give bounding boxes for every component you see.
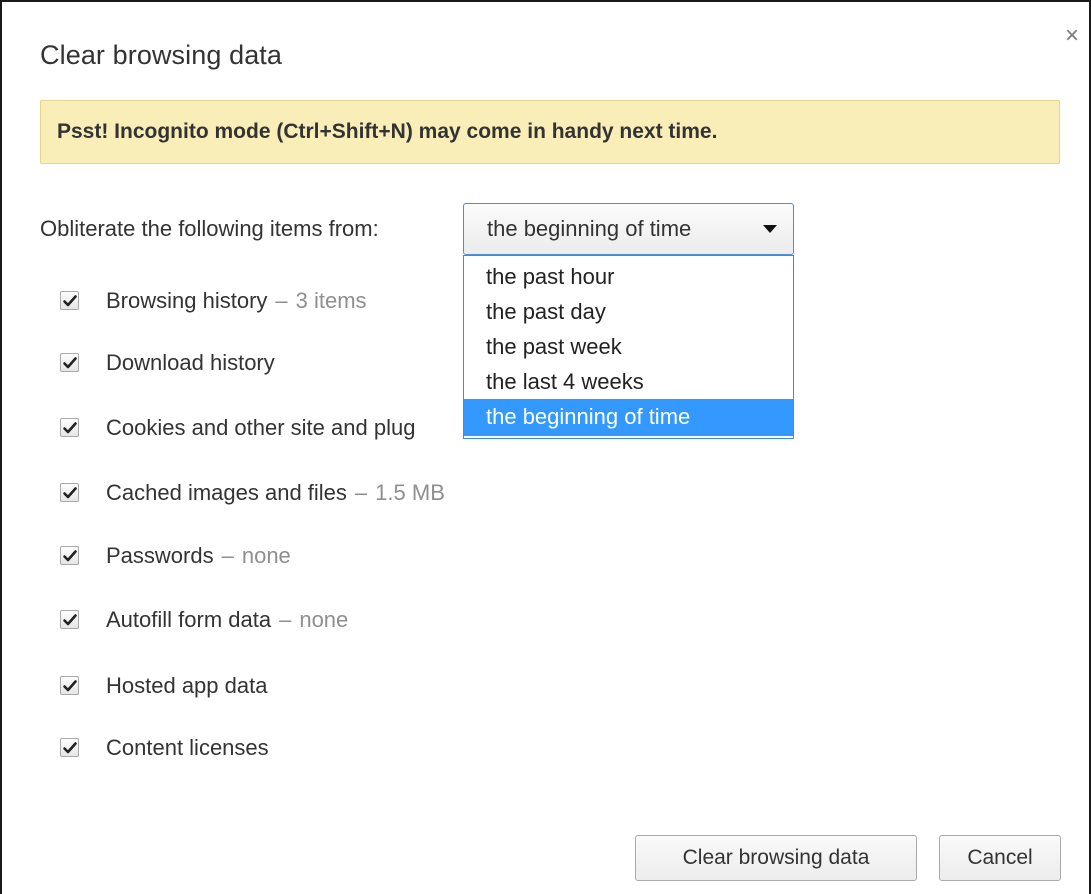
browsing-history-label: Browsing history [106, 288, 268, 313]
dropdown-option-beginning-of-time[interactable]: the beginning of time [464, 399, 793, 436]
separator-dash: – [279, 607, 292, 632]
passwords-label-group: Passwords – none [106, 541, 291, 571]
checkmark-icon [63, 550, 77, 562]
cached-images-checkbox[interactable] [60, 483, 79, 502]
separator-dash: – [221, 543, 234, 568]
cached-images-detail: 1.5 MB [375, 480, 445, 505]
checkmark-icon [63, 422, 77, 434]
checkmark-icon [63, 295, 77, 307]
passwords-detail: none [241, 543, 291, 568]
time-range-select[interactable]: the beginning of time [463, 203, 794, 255]
passwords-checkbox[interactable] [60, 546, 79, 565]
hosted-app-data-checkbox[interactable] [60, 676, 79, 695]
autofill-detail: none [299, 607, 349, 632]
hosted-app-data-label: Hosted app data [106, 673, 268, 698]
autofill-label-group: Autofill form data – none [106, 605, 348, 635]
dialog-title: Clear browsing data [40, 40, 283, 70]
content-licenses-checkbox[interactable] [60, 738, 79, 757]
time-range-selected-value: the beginning of time [487, 216, 692, 241]
cookies-label: Cookies and other site and plug [106, 415, 416, 440]
dropdown-option-past-hour[interactable]: the past hour [464, 259, 793, 294]
dropdown-option-past-week[interactable]: the past week [464, 329, 793, 364]
download-history-label: Download history [106, 350, 275, 375]
dropdown-option-last-4-weeks[interactable]: the last 4 weeks [464, 364, 793, 399]
passwords-label: Passwords [106, 543, 214, 568]
checkmark-icon [63, 742, 77, 754]
autofill-checkbox[interactable] [60, 610, 79, 629]
checkmark-icon [63, 614, 77, 626]
clear-browsing-data-dialog: Clear browsing data × Psst! Incognito mo… [0, 0, 1091, 894]
download-history-checkbox[interactable] [60, 353, 79, 372]
checkmark-icon [63, 680, 77, 692]
cached-images-label: Cached images and files [106, 480, 347, 505]
browsing-history-detail: 3 items [295, 288, 367, 313]
browsing-history-label-group: Browsing history –3 items [106, 286, 367, 316]
cancel-button[interactable]: Cancel [939, 835, 1061, 881]
cookies-checkbox[interactable] [60, 418, 79, 437]
separator-dash: – [354, 480, 368, 505]
clear-browsing-data-button[interactable]: Clear browsing data [635, 835, 917, 881]
incognito-tip-banner: Psst! Incognito mode (Ctrl+Shift+N) may … [40, 100, 1060, 164]
separator-dash: – [275, 288, 288, 313]
chevron-down-icon [763, 225, 777, 233]
checkmark-icon [63, 357, 77, 369]
cached-images-label-group: Cached images and files –1.5 MB [106, 478, 445, 508]
close-icon[interactable]: × [1060, 24, 1084, 48]
browsing-history-checkbox[interactable] [60, 291, 79, 310]
dropdown-option-past-day[interactable]: the past day [464, 294, 793, 329]
content-licenses-label: Content licenses [106, 735, 269, 760]
autofill-label: Autofill form data [106, 607, 272, 632]
checkmark-icon [63, 487, 77, 499]
time-range-dropdown-list: the past hour the past day the past week… [463, 255, 794, 439]
obliterate-label: Obliterate the following items from: [40, 216, 379, 241]
